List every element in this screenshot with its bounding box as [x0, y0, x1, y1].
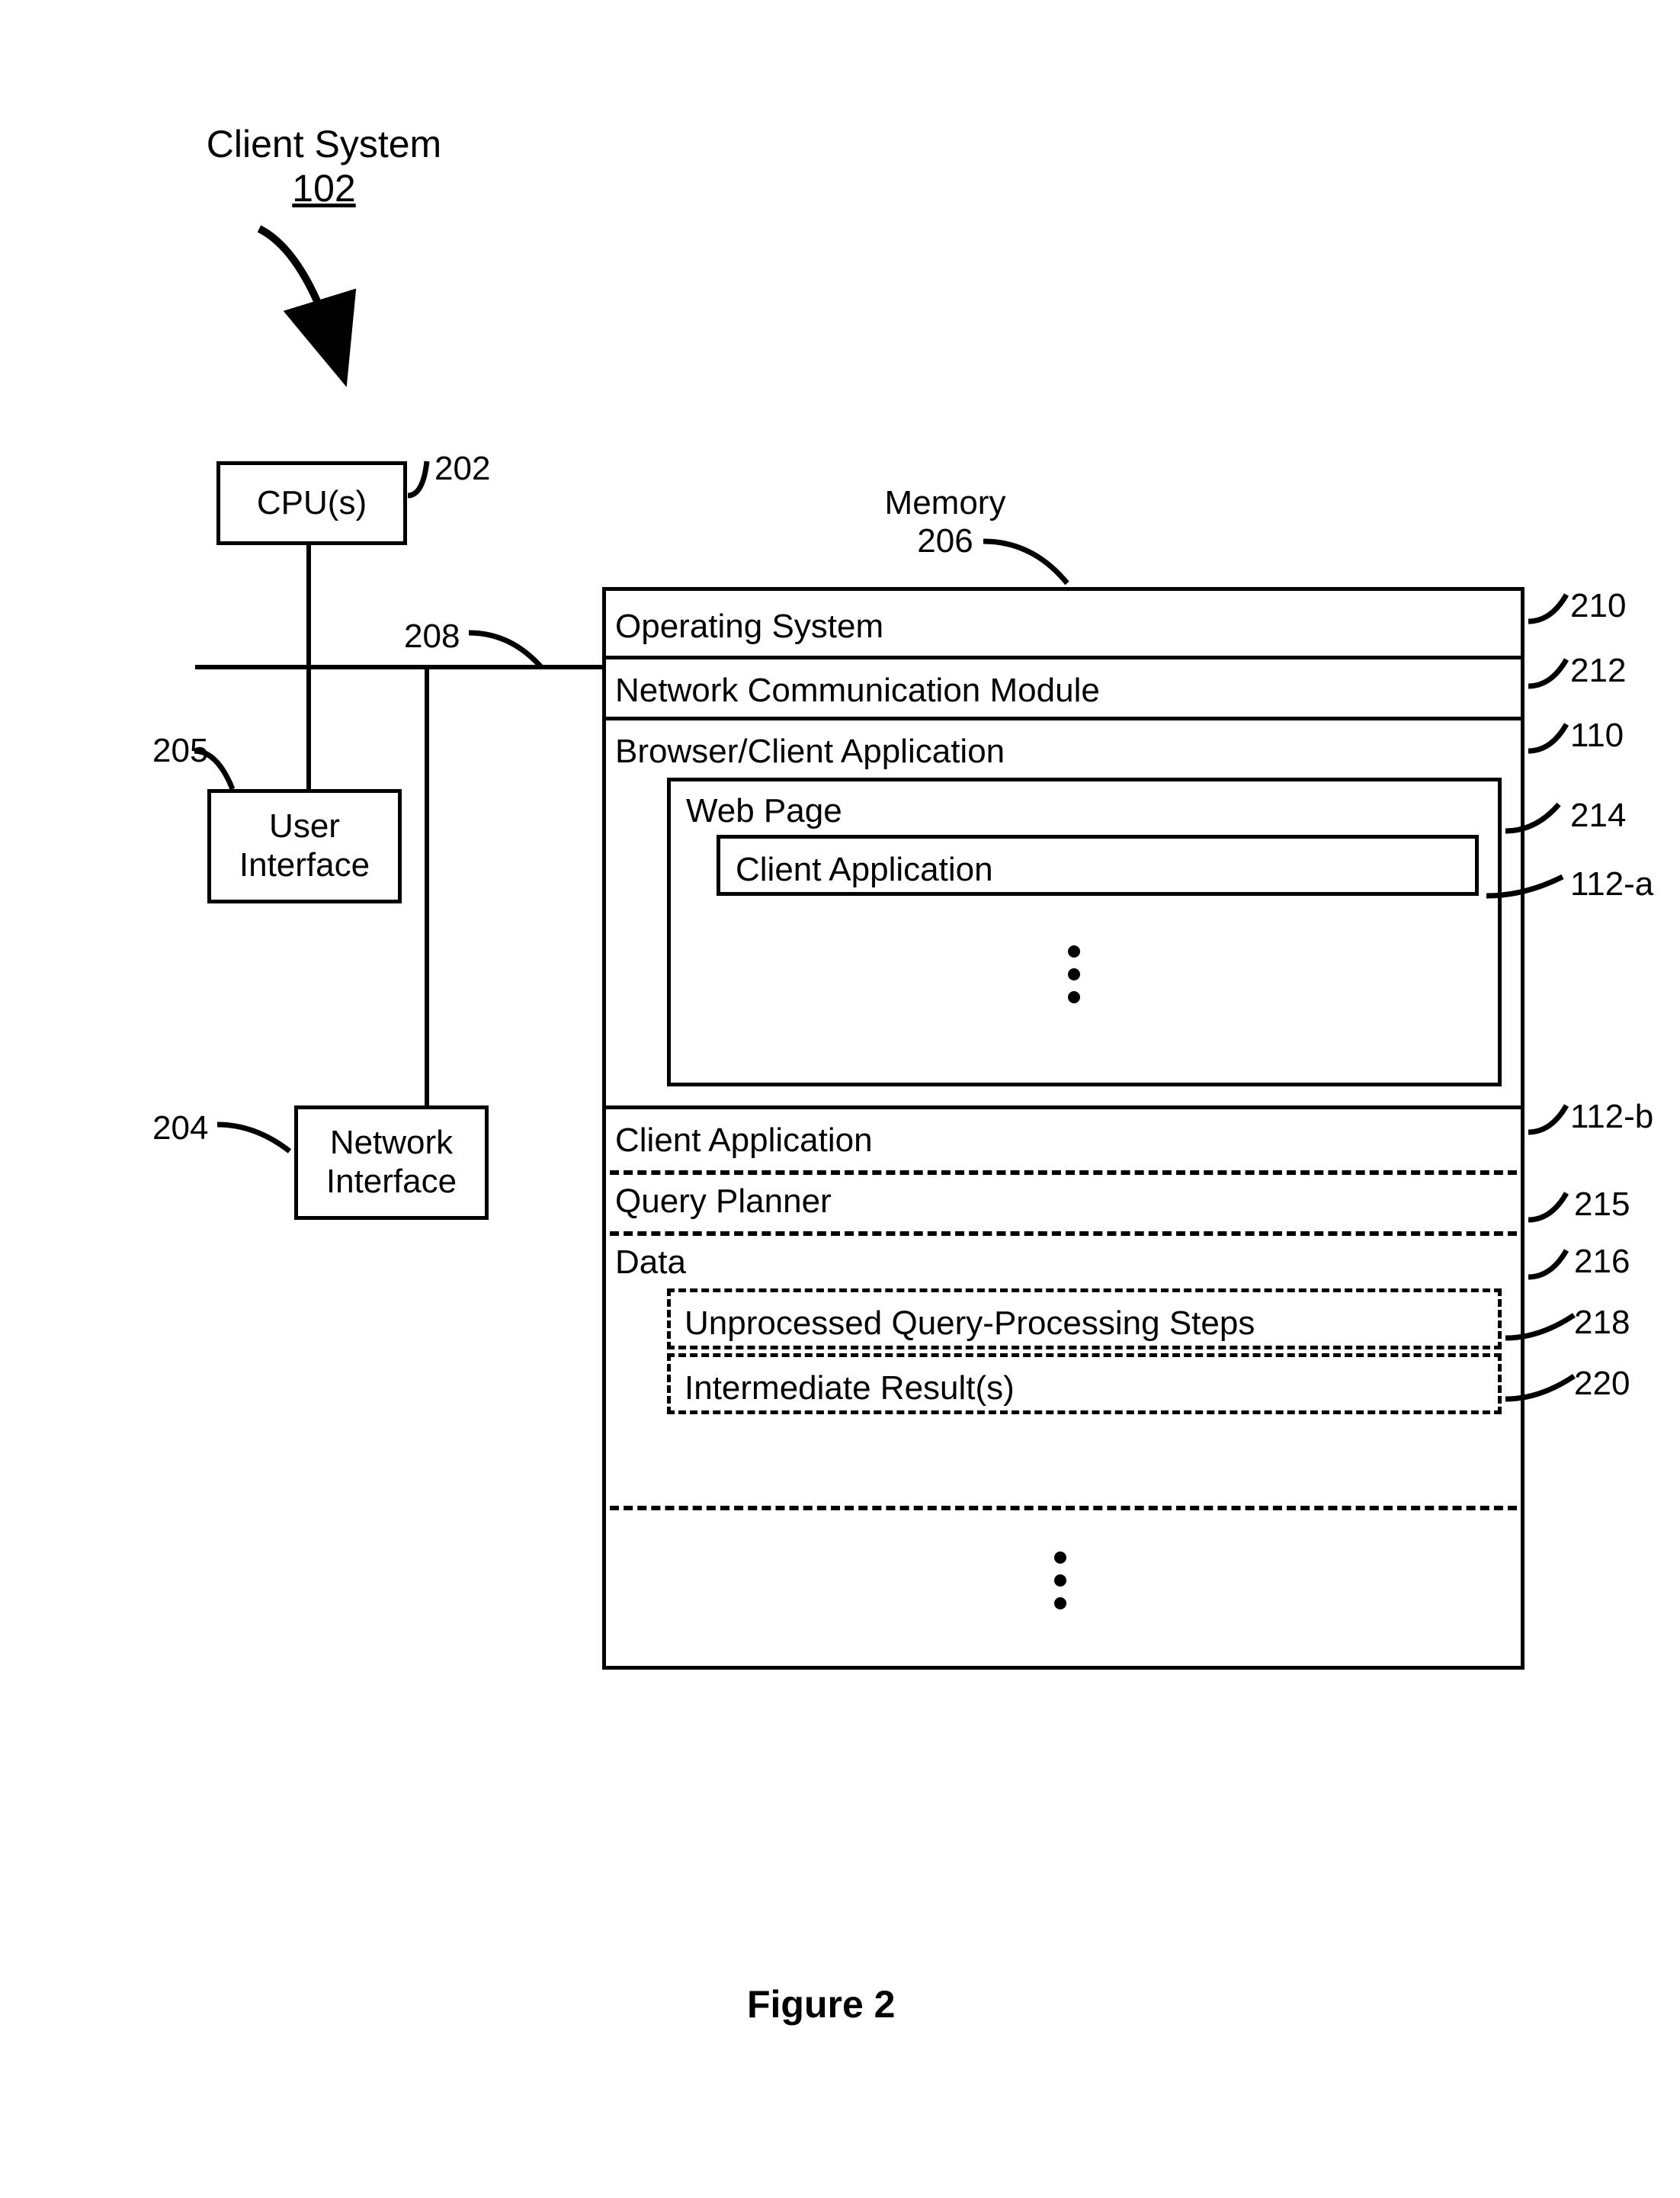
network-interface-ref: 204: [152, 1109, 208, 1147]
intermediate-box: Intermediate Result(s): [667, 1353, 1502, 1414]
figure-caption: Figure 2: [747, 1982, 895, 2026]
os-label: Operating System: [606, 605, 893, 649]
div-qp-data: [610, 1231, 1517, 1236]
user-interface-block: User Interface: [207, 789, 402, 903]
row-os: Operating System: [606, 591, 1521, 659]
bus-ref-connector: [465, 625, 556, 679]
webpage-box: Web Page Client Application: [667, 778, 1502, 1086]
row-netcomm: Network Communication Module: [606, 659, 1521, 720]
ref-216: 216: [1574, 1243, 1630, 1281]
client-system-label: Client System: [207, 123, 441, 165]
memory-ref: 206: [917, 522, 973, 560]
clientapp-inner-box: Client Application: [717, 835, 1479, 896]
cpu-block: CPU(s): [216, 461, 407, 545]
data-label: Data: [606, 1240, 695, 1285]
webpage-ellipsis: [1068, 945, 1080, 1003]
cpu-label: CPU(s): [257, 484, 367, 523]
clientapp-inner-label: Client Application: [726, 848, 1002, 892]
page: Client System 102 CPU(s) 202 208 User In…: [0, 0, 1680, 2198]
cpu-ref: 202: [434, 450, 490, 488]
network-interface-label: Network Interface: [326, 1124, 457, 1201]
browser-label: Browser/Client Application: [606, 730, 1014, 774]
ref-112b: 112-b: [1570, 1098, 1653, 1136]
netcomm-label: Network Communication Module: [606, 669, 1109, 713]
cpu-bus-line: [305, 545, 313, 667]
ui-stub-line: [305, 667, 313, 793]
memory-label: Memory: [885, 484, 1006, 521]
ref-214: 214: [1570, 797, 1626, 835]
client-system-ref: 102: [292, 167, 355, 210]
queryplanner-label: Query Planner: [606, 1179, 841, 1224]
bus-line: [195, 663, 637, 671]
title-arrow: [236, 221, 389, 389]
net-ref-connector: [213, 1121, 297, 1166]
row-browser: Browser/Client Application Web Page Clie…: [606, 720, 1521, 1109]
ref-218: 218: [1574, 1304, 1630, 1342]
unprocessed-box: Unprocessed Query-Processing Steps: [667, 1288, 1502, 1349]
ref-220: 220: [1574, 1365, 1630, 1403]
bus-ref: 208: [404, 618, 460, 656]
ref-212: 212: [1570, 652, 1626, 690]
div-lower: [610, 1506, 1517, 1510]
user-interface-label: User Interface: [239, 807, 370, 884]
memory-ref-connector: [979, 534, 1079, 587]
row-clientapp-out: Client Application: [606, 1109, 1521, 1170]
ui-ref-connector: [191, 747, 252, 801]
memory-ellipsis: [1054, 1551, 1066, 1609]
clientapp-out-label: Client Application: [606, 1118, 882, 1163]
ref-conn-214: [1502, 801, 1570, 854]
memory-box: Operating System Network Communication M…: [602, 587, 1525, 1670]
title-block: Client System 102: [202, 122, 446, 210]
ref-conn-112a: [1483, 873, 1574, 919]
net-stub-line: [423, 667, 431, 1109]
ref-215: 215: [1574, 1186, 1630, 1224]
ref-110: 110: [1570, 717, 1624, 755]
ref-112a: 112-a: [1570, 865, 1653, 903]
network-interface-block: Network Interface: [294, 1105, 489, 1220]
intermediate-label: Intermediate Result(s): [675, 1366, 1024, 1410]
row-query-planner: Query Planner: [606, 1170, 1521, 1231]
unprocessed-label: Unprocessed Query-Processing Steps: [675, 1301, 1264, 1346]
webpage-label: Web Page: [677, 789, 851, 833]
ref-210: 210: [1570, 587, 1626, 625]
